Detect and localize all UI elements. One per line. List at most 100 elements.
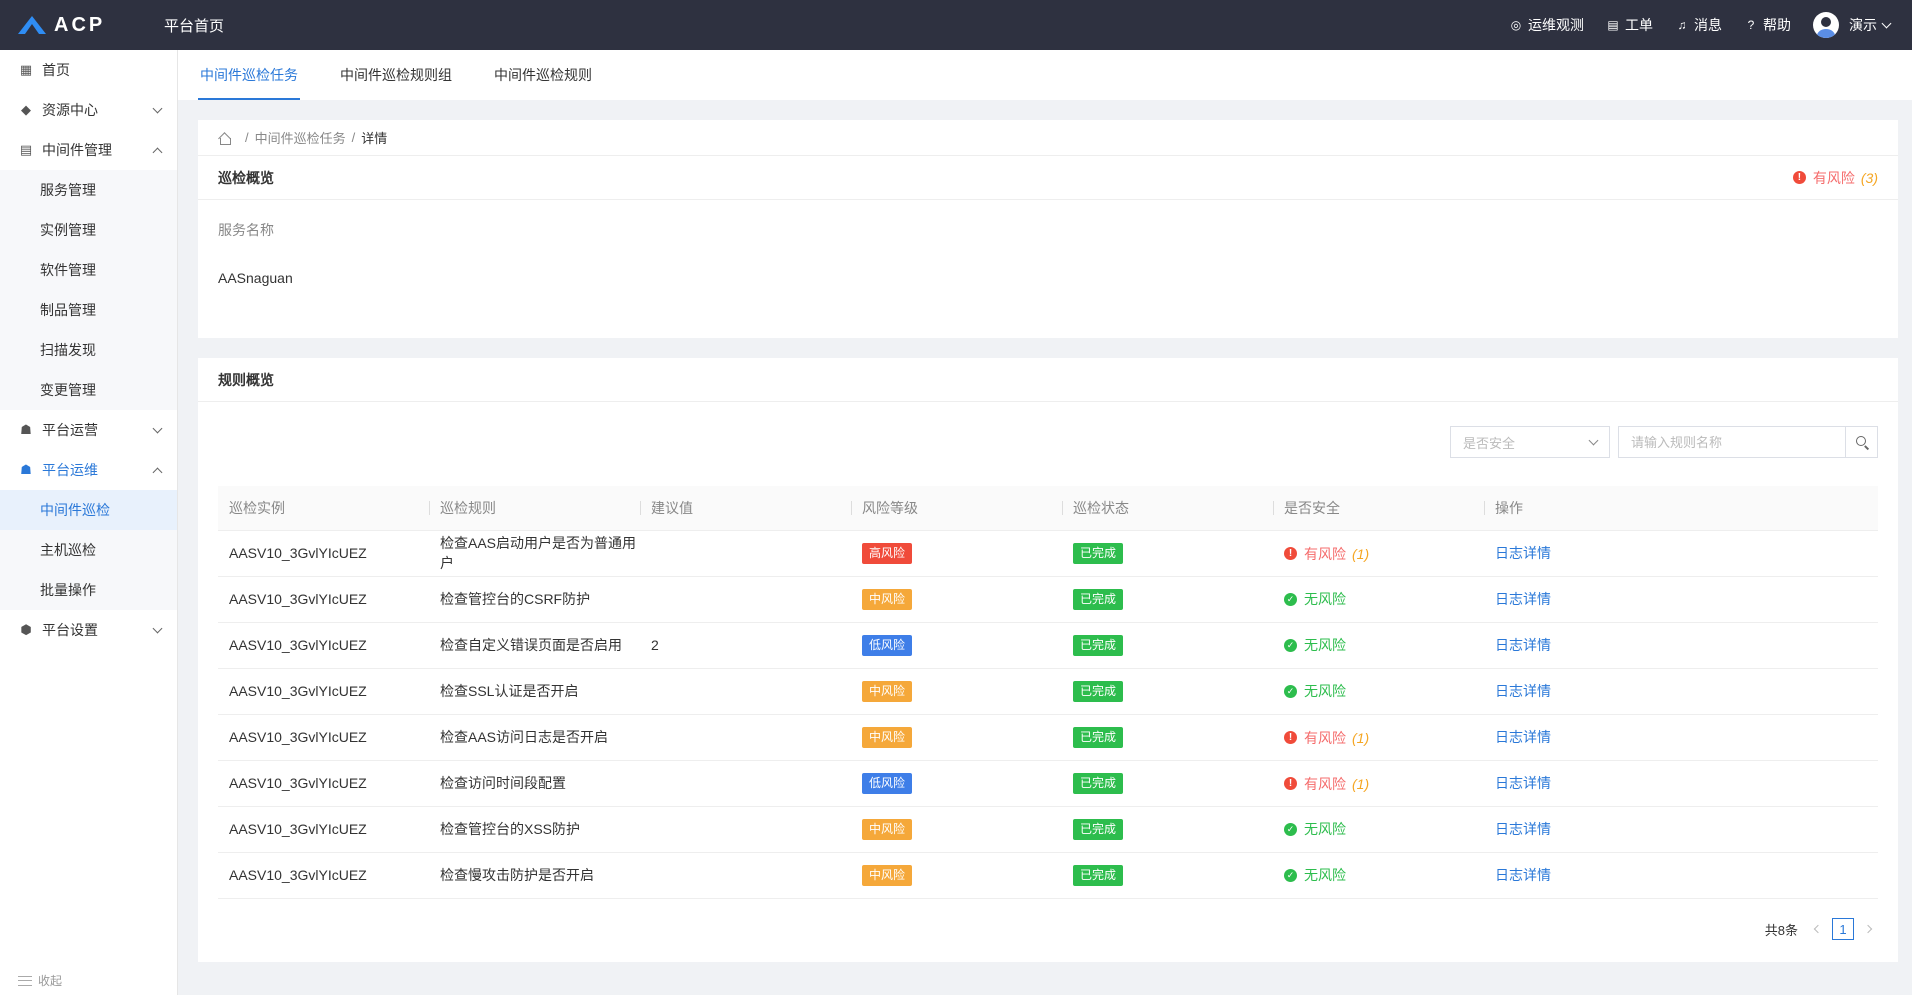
rules-filters: 是否安全: [1450, 426, 1878, 458]
column-header-action: 操作: [1484, 486, 1878, 531]
rule-search-input[interactable]: [1619, 427, 1845, 457]
top-navbar: ACP 平台首页 ◎ 运维观测 ▤ 工单 ♫ 消息 ? 帮助 演示: [0, 0, 1912, 50]
sidebar-item-middleware[interactable]: ▤ 中间件管理: [0, 130, 177, 170]
safe-indicator: ✓ 无风险: [1284, 635, 1352, 655]
rules-table-body: AASV10_3GvlYIcUEZ 检查AAS启动用户是否为普通用户 高风险 已完成!…: [218, 530, 1878, 899]
next-page-button[interactable]: [1858, 919, 1878, 939]
tab-inspection-tasks[interactable]: 中间件巡检任务: [198, 50, 300, 100]
collapse-icon: [18, 975, 32, 986]
chevron-up-icon: [152, 147, 163, 157]
safe-indicator: ! 有风险 (1): [1284, 774, 1369, 794]
log-detail-link[interactable]: 日志详情: [1495, 729, 1551, 745]
sidebar-item-home[interactable]: ▦ 首页: [0, 50, 177, 90]
sidebar-item-label: 平台运营: [42, 422, 98, 438]
risk-level-tag: 中风险: [862, 864, 913, 886]
user-group-icon: ☗: [20, 422, 32, 437]
sidebar-item-change-management[interactable]: 变更管理: [0, 370, 177, 410]
cell-action: 日志详情: [1484, 806, 1878, 853]
overview-card: / 中间件巡检任务 / 详情 巡检概览 ! 有风险 (3) 服务名称 AASna…: [198, 120, 1898, 338]
rules-table: 巡检实例 巡检规则 建议值 风险等级 巡检状态 是否安全 操作 AASV10_3…: [218, 486, 1878, 899]
prev-page-button[interactable]: [1808, 919, 1828, 939]
avatar[interactable]: [1813, 12, 1839, 38]
safe-label: 无风险: [1304, 683, 1346, 700]
help-link[interactable]: ? 帮助: [1744, 15, 1791, 35]
log-detail-link[interactable]: 日志详情: [1495, 821, 1551, 837]
error-icon: !: [1792, 171, 1806, 184]
cell-action: 日志详情: [1484, 668, 1878, 715]
sidebar-item-host-inspection[interactable]: 主机巡检: [0, 530, 177, 570]
cell-risk-level: 中风险: [851, 806, 1062, 853]
error-icon: !: [1284, 777, 1297, 790]
tab-inspection-rules[interactable]: 中间件巡检规则: [492, 50, 594, 100]
status-badge: 已完成: [1073, 680, 1124, 702]
check-icon: ✓: [1284, 592, 1297, 606]
log-detail-link[interactable]: 日志详情: [1495, 637, 1551, 653]
risk-summary-count: (3): [1860, 169, 1878, 186]
cell-instance: AASV10_3GvlYIcUEZ: [218, 806, 429, 853]
rules-title: 规则概览: [218, 371, 274, 388]
sidebar-item-instance-management[interactable]: 实例管理: [0, 210, 177, 250]
sidebar-item-middleware-inspection[interactable]: 中间件巡检: [0, 490, 177, 530]
safe-label: 无风险: [1304, 591, 1346, 608]
error-icon: !: [1284, 547, 1297, 560]
cell-risk-level: 低风险: [851, 622, 1062, 669]
risk-level-tag: 低风险: [862, 772, 913, 794]
home-icon[interactable]: [218, 132, 231, 145]
table-row: AASV10_3GvlYIcUEZ 检查自定义错误页面是否启用 2 低风险 已完成 ✓ 无风…: [218, 622, 1878, 669]
safe-select[interactable]: 是否安全: [1450, 426, 1610, 458]
safe-count: (1): [1352, 775, 1370, 792]
cell-instance: AASV10_3GvlYIcUEZ: [218, 576, 429, 623]
cell-safe: ✓ 无风险: [1273, 622, 1484, 669]
breadcrumb-parent[interactable]: 中间件巡检任务: [255, 128, 346, 147]
ticket-link[interactable]: ▤ 工单: [1606, 15, 1653, 35]
column-header-rule: 巡检规则: [429, 486, 640, 531]
sidebar-item-software-management[interactable]: 软件管理: [0, 250, 177, 290]
log-detail-link[interactable]: 日志详情: [1495, 775, 1551, 791]
cell-action: 日志详情: [1484, 530, 1878, 577]
cell-risk-level: 中风险: [851, 714, 1062, 761]
sidebar-item-platform-ops[interactable]: ☗ 平台运维: [0, 450, 177, 490]
sidebar-item-batch-operation[interactable]: 批量操作: [0, 570, 177, 610]
service-name-value: AASnaguan: [218, 270, 293, 286]
table-row: AASV10_3GvlYIcUEZ 检查AAS启动用户是否为普通用户 高风险 已完成!…: [218, 530, 1878, 577]
tab-inspection-rule-groups[interactable]: 中间件巡检规则组: [338, 50, 454, 100]
sidebar-item-label: 中间件巡检: [40, 502, 110, 518]
platform-home-link[interactable]: 平台首页: [164, 15, 224, 36]
log-detail-link[interactable]: 日志详情: [1495, 867, 1551, 883]
message-link[interactable]: ♫ 消息: [1675, 15, 1723, 35]
cell-rule: 检查管控台的XSS防护: [429, 806, 640, 853]
sidebar-item-artifact-management[interactable]: 制品管理: [0, 290, 177, 330]
sidebar-item-service-management[interactable]: 服务管理: [0, 170, 177, 210]
sidebar-item-label: 平台设置: [42, 622, 98, 638]
logo[interactable]: ACP: [0, 14, 150, 37]
sidebar-item-label: 主机巡检: [40, 542, 96, 558]
page-number[interactable]: 1: [1832, 918, 1854, 940]
safe-indicator: ✓ 无风险: [1284, 865, 1352, 885]
user-name: 演示: [1849, 17, 1877, 33]
log-detail-link[interactable]: 日志详情: [1495, 591, 1551, 607]
search-button[interactable]: [1845, 427, 1877, 457]
cell-safe: ✓ 无风险: [1273, 668, 1484, 715]
sidebar-item-resource-center[interactable]: ◆ 资源中心: [0, 90, 177, 130]
cell-safe: ! 有风险 (1): [1273, 714, 1484, 761]
check-icon: ✓: [1284, 638, 1297, 652]
sidebar-item-scan-discovery[interactable]: 扫描发现: [0, 330, 177, 370]
sidebar-item-platform-operation[interactable]: ☗ 平台运营: [0, 410, 177, 450]
log-detail-link[interactable]: 日志详情: [1495, 545, 1551, 561]
help-label: 帮助: [1763, 17, 1791, 33]
table-row: AASV10_3GvlYIcUEZ 检查慢攻击防护是否开启 中风险 已完成 ✓ 无风险 日志…: [218, 852, 1878, 899]
user-menu[interactable]: 演示: [1849, 15, 1892, 35]
observe-icon: ◎: [1510, 18, 1522, 32]
sidebar-item-label: 批量操作: [40, 582, 96, 598]
log-detail-link[interactable]: 日志详情: [1495, 683, 1551, 699]
pagination-total: 共8条: [1764, 922, 1798, 938]
cell-risk-level: 中风险: [851, 576, 1062, 623]
chevron-down-icon: [152, 103, 163, 113]
sidebar-item-platform-settings[interactable]: ⬢ 平台设置: [0, 610, 177, 650]
observe-link[interactable]: ◎ 运维观测: [1509, 15, 1584, 35]
safe-indicator: ! 有风险 (1): [1284, 728, 1369, 748]
rule-search: [1618, 426, 1878, 458]
collapse-sidebar-button[interactable]: 收起: [18, 972, 62, 989]
logo-mark-icon: [18, 16, 46, 34]
sidebar-item-label: 服务管理: [40, 182, 96, 198]
